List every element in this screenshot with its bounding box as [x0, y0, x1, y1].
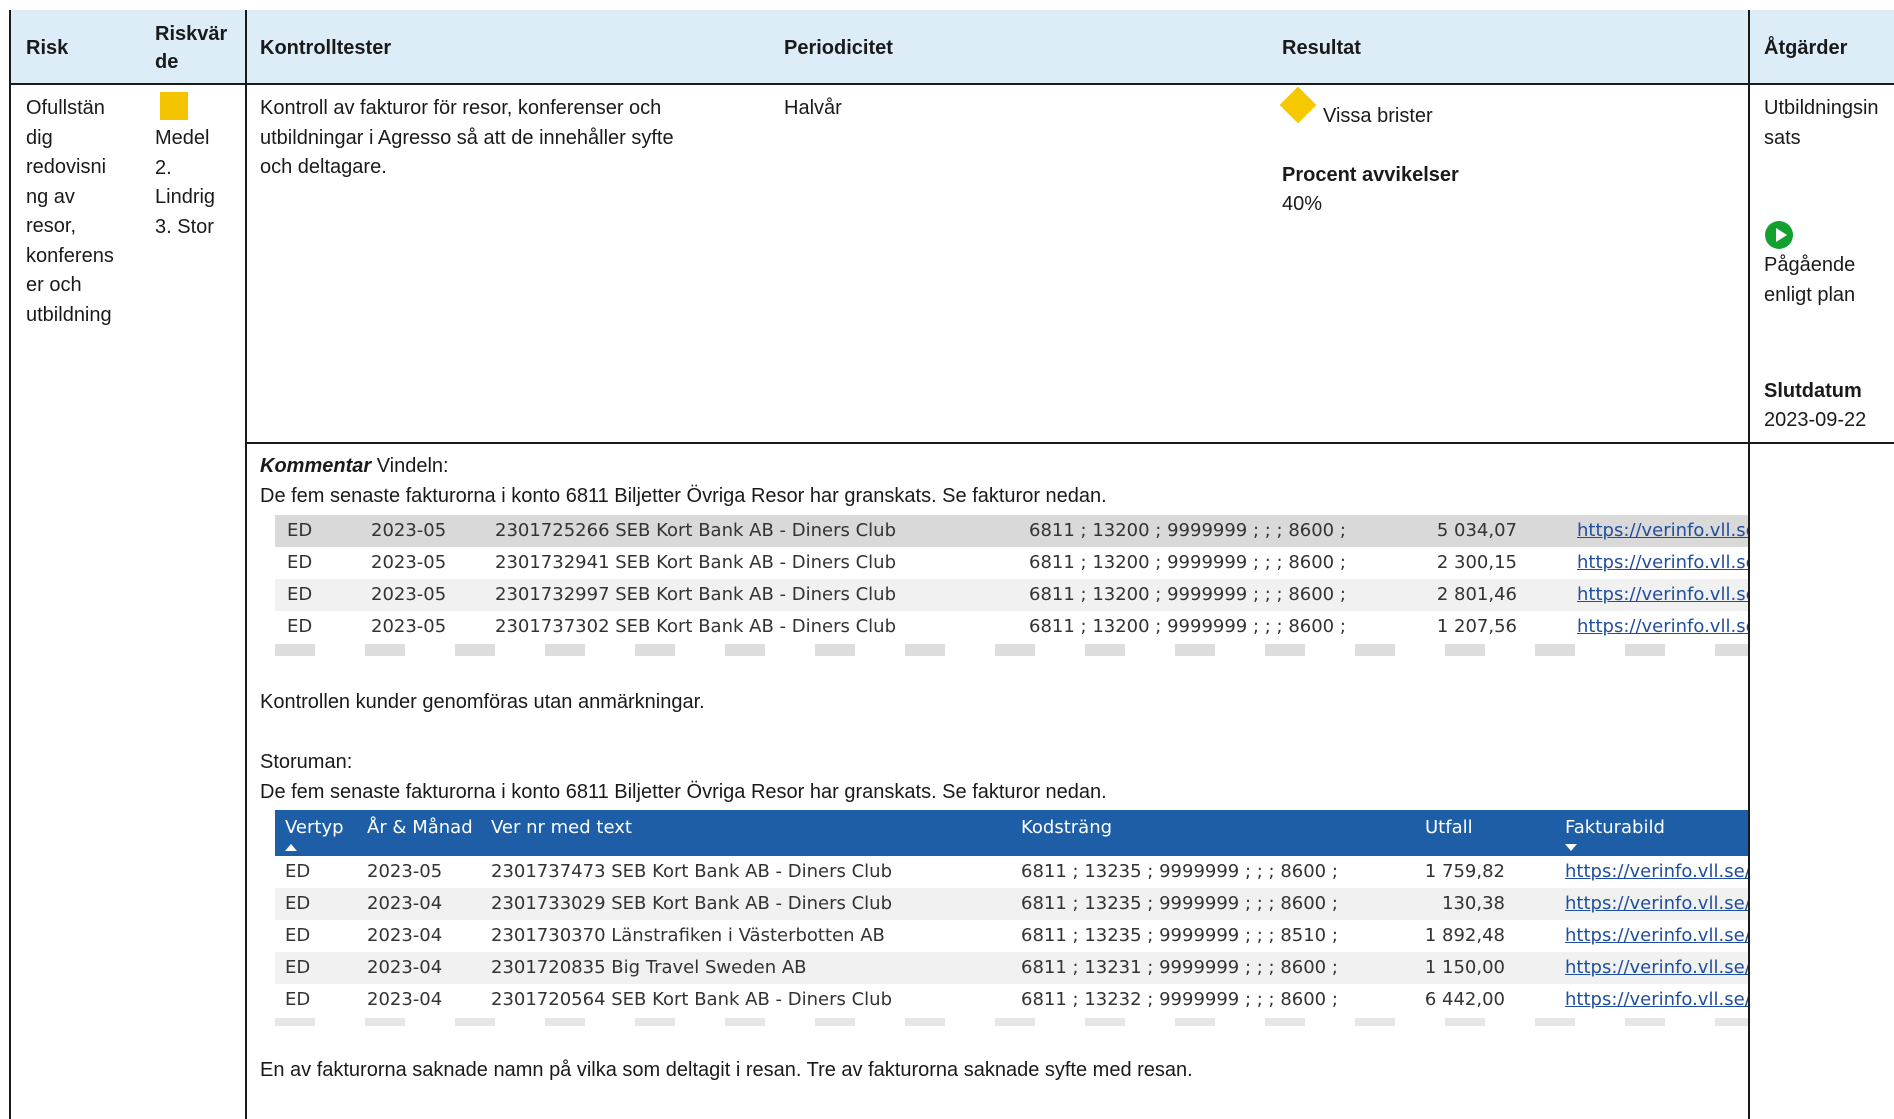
invoice-link[interactable]: https://verinfo.vll.se — [1577, 515, 1748, 547]
warning-diamond-icon — [1279, 86, 1317, 124]
comment-label: Kommentar — [260, 455, 372, 477]
border-row-bottom — [245, 442, 1894, 444]
riskvarde-text: Medel 2. Lindrig 3. Stor — [155, 127, 216, 238]
cropped-row-hint — [275, 644, 1748, 656]
header-risk: Risk — [26, 37, 69, 59]
border-col-kontroll — [245, 10, 247, 1119]
invoice-link[interactable]: https://verinfo.vll.se — [1577, 579, 1748, 611]
border-left — [9, 10, 11, 1119]
table-row: ED 2023-04 2301720835 Big Travel Sweden … — [275, 952, 1748, 984]
invoice-link[interactable]: https://verinfo.vll.se/ — [1565, 952, 1748, 984]
invoice-link[interactable]: https://verinfo.vll.se — [1577, 547, 1748, 579]
vindeln-conclusion: Kontrollen kunder genomföras utan anmärk… — [260, 691, 705, 713]
procent-value: 40% — [1282, 193, 1323, 215]
storuman-invoice-table: Vertyp År & Månad Ver nr med text Kodstr… — [275, 810, 1748, 1026]
header-riskvarde-2: de — [155, 51, 179, 73]
header-kontrolltester: Kontrolltester — [260, 37, 392, 59]
vindeln-invoice-table: ED 2023-05 2301725266 SEB Kort Bank AB -… — [275, 514, 1748, 656]
table-row: ED 2023-04 2301733029 SEB Kort Bank AB -… — [275, 888, 1748, 920]
sort-desc-icon — [1565, 844, 1577, 851]
header-riskvarde-1: Riskvär — [155, 23, 228, 45]
slutdatum-label: Slutdatum — [1764, 380, 1862, 402]
table-row: ED 2023-05 2301737473 SEB Kort Bank AB -… — [275, 856, 1748, 888]
play-circle-icon — [1765, 221, 1793, 249]
table-row: ED 2023-04 2301730370 Länstrafiken i Väs… — [275, 920, 1748, 952]
invoice-link[interactable]: https://verinfo.vll.se — [1577, 611, 1748, 643]
vindeln-title: Vindeln: — [371, 455, 449, 477]
border-col-atgarder — [1748, 10, 1750, 1119]
table-row: ED 2023-05 2301737302 SEB Kort Bank AB -… — [275, 611, 1748, 643]
procent-label: Procent avvikelser — [1282, 164, 1459, 186]
sort-asc-icon — [285, 844, 297, 851]
invoice-link[interactable]: https://verinfo.vll.se/ — [1565, 984, 1748, 1016]
invoice-link[interactable]: https://verinfo.vll.se/ — [1565, 888, 1748, 920]
invoice-link[interactable]: https://verinfo.vll.se/ — [1565, 920, 1748, 952]
border-header-bottom — [9, 83, 1894, 85]
slutdatum-value: 2023-09-22 — [1764, 409, 1867, 431]
risk-level-square-icon — [160, 92, 188, 120]
table-row: ED 2023-05 2301725266 SEB Kort Bank AB -… — [275, 515, 1748, 547]
atgard-status: Pågående enligt plan — [1764, 254, 1856, 306]
header-atgarder: Åtgärder — [1764, 37, 1848, 59]
cropped-row-hint — [275, 1018, 1748, 1026]
kontroll-text: Kontroll av fakturor för resor, konferen… — [260, 97, 674, 178]
table-row: ED 2023-04 2301720564 SEB Kort Bank AB -… — [275, 984, 1748, 1016]
vindeln-text: De fem senaste fakturorna i konto 6811 B… — [260, 485, 1107, 507]
risk-text: Ofullstän dig redovisni ng av resor, kon… — [26, 97, 114, 326]
resultat-status: Vissa brister — [1323, 105, 1433, 127]
atgard-text: Utbildningsin sats — [1764, 97, 1879, 149]
table-row: ED 2023-05 2301732941 SEB Kort Bank AB -… — [275, 547, 1748, 579]
periodicitet-value: Halvår — [784, 97, 842, 119]
table-row: ED 2023-05 2301732997 SEB Kort Bank AB -… — [275, 579, 1748, 611]
invoice-link[interactable]: https://verinfo.vll.se/ — [1565, 856, 1748, 888]
comment-heading: Kommentar Vindeln: — [260, 452, 449, 480]
header-periodicitet: Periodicitet — [784, 37, 893, 59]
storuman-text: De fem senaste fakturorna i konto 6811 B… — [260, 781, 1107, 803]
storuman-title: Storuman: — [260, 751, 353, 773]
table-header: Vertyp År & Månad Ver nr med text Kodstr… — [275, 810, 1748, 856]
header-resultat: Resultat — [1282, 37, 1361, 59]
storuman-conclusion: En av fakturorna saknade namn på vilka s… — [260, 1059, 1193, 1081]
